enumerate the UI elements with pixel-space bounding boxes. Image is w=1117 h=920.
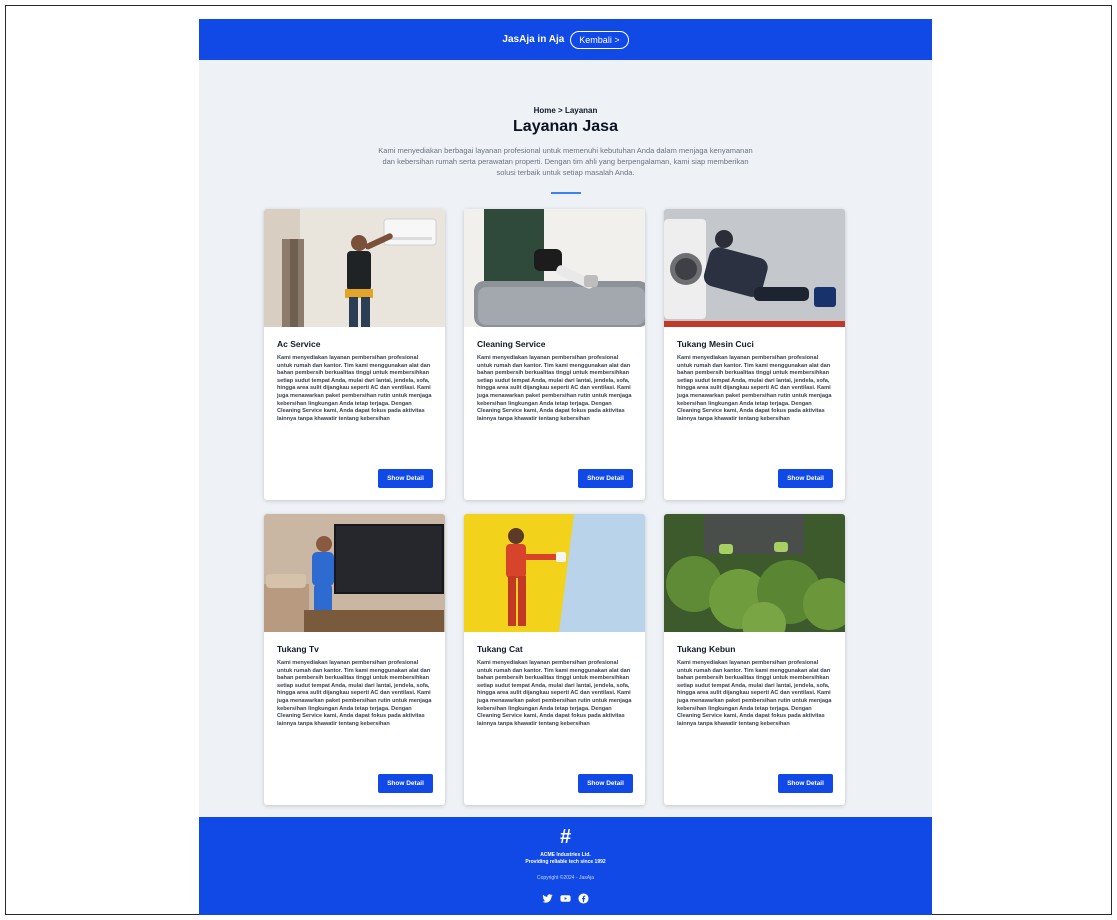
hero-section: Home > Layanan Layanan Jasa Kami menyedi… [199, 60, 932, 194]
service-title: Tukang Cat [477, 644, 523, 654]
youtube-icon[interactable] [560, 893, 571, 904]
service-description: Kami menyediakan layanan pembersihan pro… [477, 660, 632, 727]
painter-image [464, 514, 645, 632]
service-title: Cleaning Service [477, 339, 546, 349]
service-title: Tukang Tv [277, 644, 319, 654]
services-grid: Ac Service Kami menyediakan layanan pemb… [264, 209, 845, 805]
brand-name: JasAja in Aja [502, 34, 565, 45]
page-title: Layanan Jasa [513, 118, 618, 135]
service-title: Ac Service [277, 339, 321, 349]
washing-machine-repair-image [664, 209, 845, 327]
cleaning-service-image [464, 209, 645, 327]
show-detail-button[interactable]: Show Detail [578, 774, 633, 793]
service-card: Cleaning Service Kami menyediakan layana… [464, 209, 645, 500]
gardener-image [664, 514, 845, 632]
service-card: Ac Service Kami menyediakan layanan pemb… [264, 209, 445, 500]
show-detail-button[interactable]: Show Detail [378, 774, 433, 793]
back-button[interactable]: Kembali > [570, 30, 629, 49]
page: JasAja in Aja Kembali > Home > Layanan L… [199, 19, 932, 915]
service-description: Kami menyediakan layanan pembersihan pro… [477, 355, 632, 422]
service-card: Tukang Tv Kami menyediakan layanan pembe… [264, 514, 445, 805]
company-tagline: Providing reliable tech since 1992 [525, 859, 606, 865]
show-detail-button[interactable]: Show Detail [778, 469, 833, 488]
service-card: Tukang Cat Kami menyediakan layanan pemb… [464, 514, 645, 805]
service-description: Kami menyediakan layanan pembersihan pro… [277, 355, 432, 422]
hash-logo: # [559, 826, 572, 848]
top-navbar: JasAja in Aja Kembali > [199, 19, 932, 60]
service-description: Kami menyediakan layanan pembersihan pro… [677, 355, 832, 422]
social-links [199, 893, 932, 904]
ac-service-image [264, 209, 445, 327]
copyright-text: Copyright ©2024 - JasAja [536, 875, 595, 881]
footer: # ACME Industries Ltd. Providing reliabl… [199, 817, 932, 915]
show-detail-button[interactable]: Show Detail [778, 774, 833, 793]
intro-text: Kami menyediakan berbagai layanan profes… [378, 146, 753, 177]
show-detail-button[interactable]: Show Detail [378, 469, 433, 488]
breadcrumb: Home > Layanan [533, 106, 598, 115]
service-card: Tukang Mesin Cuci Kami menyediakan layan… [664, 209, 845, 500]
service-description: Kami menyediakan layanan pembersihan pro… [277, 660, 432, 727]
service-card: Tukang Kebun Kami menyediakan layanan pe… [664, 514, 845, 805]
service-title: Tukang Kebun [677, 644, 736, 654]
facebook-icon[interactable] [578, 893, 589, 904]
service-description: Kami menyediakan layanan pembersihan pro… [677, 660, 832, 727]
title-divider [550, 192, 581, 194]
show-detail-button[interactable]: Show Detail [578, 469, 633, 488]
service-title: Tukang Mesin Cuci [677, 339, 754, 349]
company-name: ACME Industries Ltd. [540, 852, 591, 858]
twitter-icon[interactable] [542, 893, 553, 904]
tv-repair-image [264, 514, 445, 632]
